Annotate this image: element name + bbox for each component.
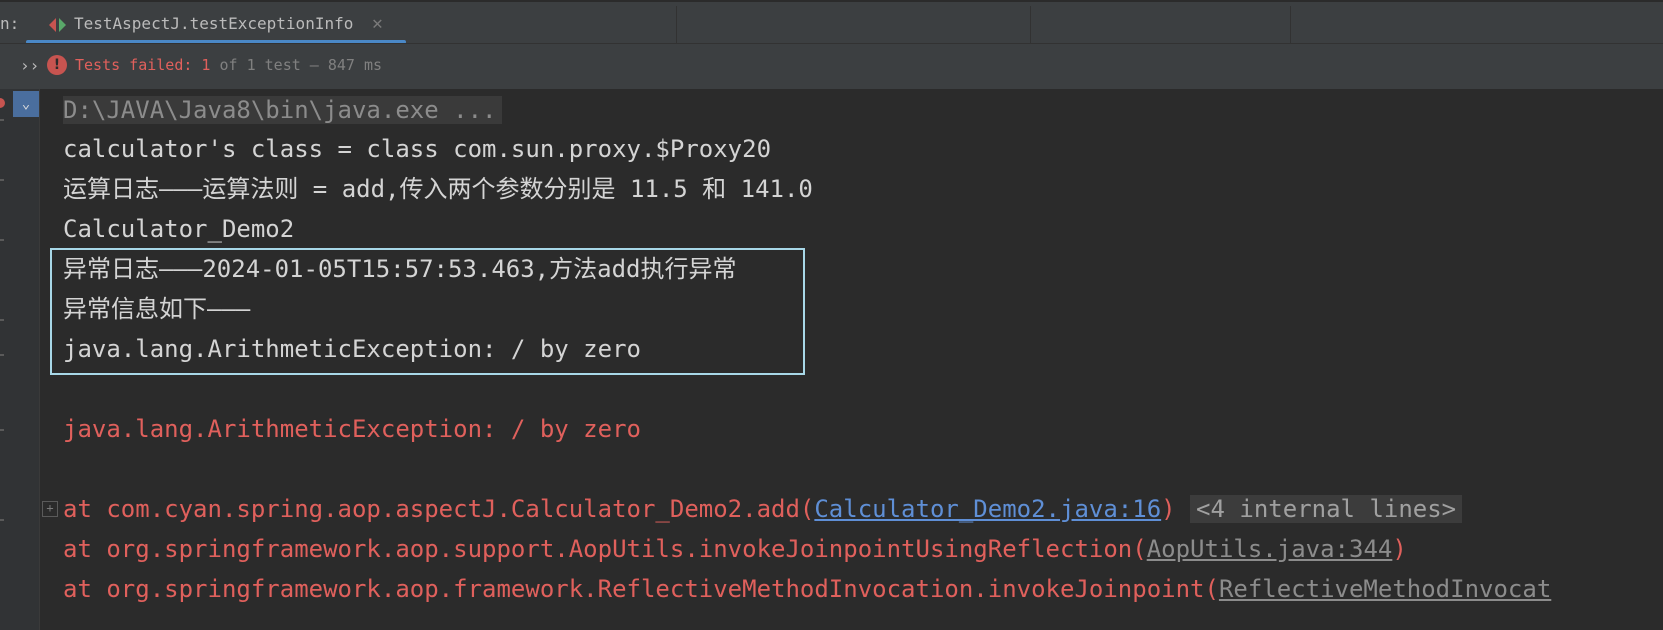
fold-icon[interactable]: + <box>42 501 58 517</box>
tab-divider <box>676 6 677 43</box>
stack-trace-line: at org.springframework.aop.support.AopUt… <box>63 529 1407 569</box>
tab-test-exception-info[interactable]: TestAspectJ.testExceptionInfo ✕ <box>26 4 406 45</box>
console-gutter: ⌄ <box>0 89 40 630</box>
error-icon: ! <box>47 55 67 75</box>
gutter-tick <box>0 319 4 321</box>
stack-frame-suffix: ) <box>1392 535 1407 563</box>
stack-frame-text: at com.cyan.spring.aop.aspectJ.Calculato… <box>63 495 815 523</box>
stack-frame-suffix: ) <box>1161 495 1176 523</box>
run-tool-tabbar: n: TestAspectJ.testExceptionInfo ✕ <box>0 0 1663 45</box>
console-line: Calculator_Demo2 <box>63 215 295 243</box>
run-tab-icon <box>48 17 68 33</box>
tab-divider <box>1290 6 1291 43</box>
exception-line: java.lang.ArithmeticException: / by zero <box>63 415 641 443</box>
gutter-tick <box>0 179 4 181</box>
close-icon[interactable]: ✕ <box>372 13 383 34</box>
tab-title: TestAspectJ.testExceptionInfo <box>74 14 354 33</box>
error-marker-icon <box>0 98 5 108</box>
stack-trace-line: at org.springframework.aop.framework.Ref… <box>63 569 1551 609</box>
source-link[interactable]: AopUtils.java:344 <box>1147 535 1393 563</box>
stack-frame-text: at org.springframework.aop.support.AopUt… <box>63 535 1147 563</box>
stack-frame-text: at org.springframework.aop.framework.Ref… <box>63 575 1219 603</box>
test-status-bar: ›› ! Tests failed: 1 of 1 test – 847 ms <box>0 43 1663 89</box>
stack-trace-line: at com.cyan.spring.aop.aspectJ.Calculato… <box>63 489 1463 529</box>
console-line: calculator's class = class com.sun.proxy… <box>63 135 772 163</box>
gutter-tick <box>0 429 4 431</box>
expand-icon[interactable]: ›› <box>20 56 39 75</box>
gutter-tick <box>0 239 4 241</box>
gutter-tick <box>0 519 4 521</box>
tests-failed-label: Tests failed: 1 <box>75 56 211 74</box>
run-label: n: <box>0 14 20 33</box>
gutter-tick <box>0 354 4 356</box>
gutter-tick <box>0 119 4 121</box>
console-line: 运算日志———运算法则 = add,传入两个参数分别是 11.5 和 141.0 <box>63 175 813 203</box>
source-link[interactable]: Calculator_Demo2.java:16 <box>814 495 1161 523</box>
source-link[interactable]: ReflectiveMethodInvocat <box>1219 575 1551 603</box>
tab-divider <box>1030 6 1031 43</box>
internal-lines-fold[interactable]: <4 internal lines> <box>1190 495 1463 523</box>
tests-summary-label: of 1 test – 847 ms <box>210 56 383 74</box>
highlight-annotation-box <box>50 248 805 375</box>
test-status-text: Tests failed: 1 of 1 test – 847 ms <box>75 56 382 74</box>
scroll-to-end-icon[interactable]: ⌄ <box>13 91 39 117</box>
run-command-line[interactable]: D:\JAVA\Java8\bin\java.exe ... <box>63 96 503 124</box>
